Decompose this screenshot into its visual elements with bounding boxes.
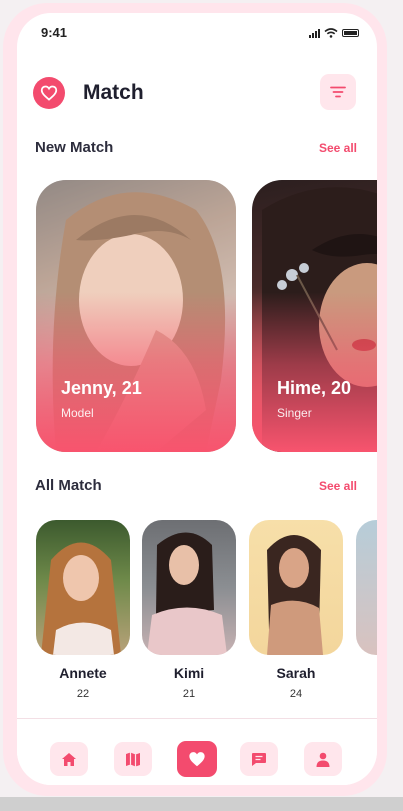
match-age: 21 (182, 688, 196, 700)
signal-icon (309, 28, 320, 38)
card-gradient (252, 292, 377, 452)
home-icon (62, 752, 76, 766)
bottom-nav (17, 718, 377, 785)
match-age: 22 (76, 688, 90, 700)
bottom-strip (0, 797, 403, 811)
match-name: Sarah (276, 665, 316, 681)
page-title: Match (83, 81, 144, 104)
nav-chat-button[interactable] (240, 742, 278, 776)
new-match-see-all-link[interactable]: See all (319, 141, 357, 155)
filter-button[interactable] (320, 74, 356, 110)
match-thumbnail[interactable] (356, 520, 377, 655)
match-card[interactable]: Jenny, 21 Model (36, 180, 236, 452)
new-match-title: New Match (35, 139, 114, 156)
nav-home-button[interactable] (50, 742, 88, 776)
nav-matches-button[interactable] (177, 741, 217, 777)
thumbnail-photo (147, 532, 227, 655)
nav-profile-button[interactable] (304, 742, 342, 776)
profile-icon (316, 752, 330, 767)
card-gradient (36, 292, 236, 452)
thumbnail-photo (41, 542, 121, 655)
match-thumbnail[interactable] (249, 520, 343, 655)
chat-icon (252, 752, 266, 766)
phone-frame: 9:41 Match New Match See all Jenny, 21 M… (3, 3, 387, 796)
heart-icon (189, 752, 205, 767)
match-card[interactable]: Hime, 20 Singer (252, 180, 377, 452)
thumbnail-photo (267, 535, 323, 655)
card-role: Model (61, 406, 94, 420)
status-time: 9:41 (41, 25, 68, 40)
card-name: Hime, 20 (277, 378, 352, 398)
heart-logo-icon (33, 77, 65, 109)
match-name: Annete (59, 665, 107, 681)
wifi-icon (324, 28, 338, 38)
match-thumbnail[interactable] (36, 520, 130, 655)
filter-icon (330, 86, 346, 98)
nav-map-button[interactable] (114, 742, 152, 776)
match-thumbnail[interactable] (142, 520, 236, 655)
match-name: Kimi (173, 665, 205, 681)
card-role: Singer (277, 406, 312, 420)
all-match-see-all-link[interactable]: See all (319, 479, 357, 493)
status-icons (309, 28, 359, 38)
card-name: Jenny, 21 (61, 378, 142, 398)
all-match-title: All Match (35, 477, 102, 494)
battery-icon (342, 29, 359, 37)
app-screen: 9:41 Match New Match See all Jenny, 21 M… (17, 13, 377, 785)
match-age: 24 (289, 688, 303, 700)
map-icon (126, 752, 140, 766)
